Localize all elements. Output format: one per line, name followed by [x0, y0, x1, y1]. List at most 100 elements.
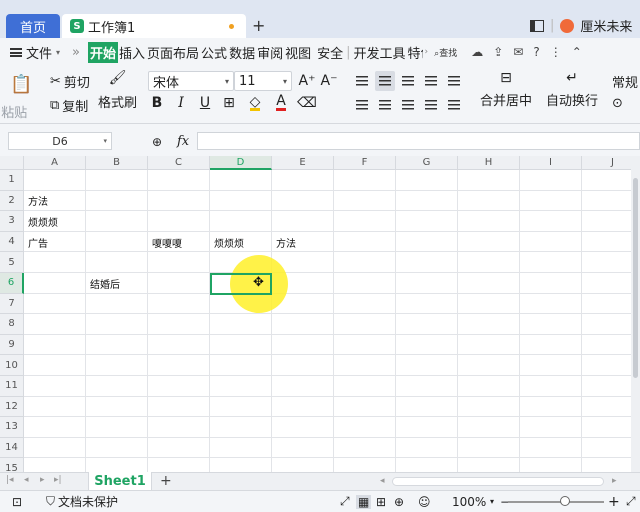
cloud-icon[interactable]: ☁ [471, 45, 483, 59]
select-all-corner[interactable] [0, 156, 24, 170]
chevron-down-icon[interactable]: ▾ [490, 497, 494, 506]
fx-button[interactable]: fx [177, 134, 189, 149]
menu-tab-page-layout[interactable]: 页面布局 [146, 43, 200, 62]
currency-button[interactable]: ⊙ [612, 96, 623, 111]
menu-tab-start[interactable]: 开始 [88, 41, 119, 63]
more-menu-button[interactable]: » [72, 45, 80, 60]
copy-button[interactable]: ⧉ 复制 [50, 96, 88, 115]
row-header-11[interactable]: 11 [0, 376, 24, 397]
page-break-view-icon[interactable]: ⊕ [394, 495, 404, 509]
vertical-scroll-thumb[interactable] [633, 178, 638, 378]
cell-d4[interactable]: 烦烦烦 [210, 232, 244, 253]
justify-button[interactable] [421, 95, 441, 115]
normal-view-icon[interactable]: ▦ [356, 494, 372, 509]
row-header-13[interactable]: 13 [0, 417, 24, 438]
scroll-right-icon[interactable]: › [425, 47, 429, 57]
column-header-h[interactable]: H [458, 156, 520, 170]
font-name-select[interactable]: 宋体 ▾ [148, 71, 234, 91]
column-header-i[interactable]: I [520, 156, 582, 170]
distribute-button[interactable] [444, 95, 464, 115]
align-middle-button[interactable] [375, 71, 395, 91]
sheet-tab-sheet1[interactable]: Sheet1 [88, 472, 152, 491]
row-header-10[interactable]: 10 [0, 355, 24, 376]
cell-a2[interactable]: 方法 [24, 191, 48, 212]
last-sheet-icon[interactable]: ▸| [54, 475, 62, 485]
zoom-icon[interactable]: ⊕ [152, 135, 162, 149]
share-icon[interactable]: ⇪ [493, 45, 503, 59]
formula-input[interactable] [197, 132, 640, 150]
cell-a3[interactable]: 烦烦烦 [24, 211, 58, 232]
number-format-select[interactable]: 常规 [612, 72, 640, 91]
merge-center-button[interactable]: ⊟ 合并居中 [480, 70, 532, 109]
row-header-8[interactable]: 8 [0, 314, 24, 335]
file-menu[interactable]: 文件 ▾ [0, 43, 66, 62]
tab-home[interactable]: 首页 [6, 14, 60, 38]
scroll-right-icon[interactable]: ▸ [612, 476, 617, 486]
cell-b6[interactable]: 结婚后 [86, 273, 120, 294]
menu-tab-features[interactable]: 特色 [407, 43, 423, 62]
bold-button[interactable]: B [146, 92, 168, 114]
horizontal-scrollbar[interactable] [392, 477, 604, 486]
fullscreen-icon[interactable]: ⤢ [626, 494, 636, 509]
first-sheet-icon[interactable]: |◂ [6, 475, 14, 485]
column-header-j[interactable]: J [582, 156, 631, 170]
decrease-font-button[interactable]: A⁻ [318, 70, 340, 92]
column-header-e[interactable]: E [272, 156, 334, 170]
row-header-4[interactable]: 4 [0, 231, 24, 253]
menu-tab-data[interactable]: 数据 [228, 43, 256, 62]
increase-indent-button[interactable] [444, 71, 464, 91]
column-header-f[interactable]: F [334, 156, 396, 170]
zoom-in-button[interactable]: + [608, 494, 620, 510]
decrease-indent-button[interactable] [421, 71, 441, 91]
new-tab-button[interactable]: + [252, 16, 265, 35]
italic-button[interactable]: I [170, 92, 192, 114]
cell-e4[interactable]: 方法 [272, 232, 296, 253]
align-center-button[interactable] [375, 95, 395, 115]
comment-icon[interactable]: ✉ [513, 45, 523, 59]
menu-tab-review[interactable]: 审阅 [256, 43, 284, 62]
row-header-5[interactable]: 5 [0, 252, 24, 273]
row-header-14[interactable]: 14 [0, 437, 24, 459]
eye-protect-icon[interactable]: ☺ [418, 495, 431, 509]
menu-tab-insert[interactable]: 插入 [118, 43, 146, 62]
format-painter-button[interactable]: 🖌 格式刷 [98, 70, 137, 111]
account-name[interactable]: 厘米未来 [580, 16, 632, 35]
collapse-ribbon-icon[interactable]: ⌃ [572, 45, 582, 59]
row-header-9[interactable]: 9 [0, 334, 24, 356]
underline-button[interactable]: U [194, 92, 216, 114]
avatar[interactable] [560, 18, 575, 33]
search-button[interactable]: ⌕查找 [434, 46, 457, 59]
wrap-text-button[interactable]: ↵ 自动换行 [546, 70, 598, 109]
menu-tab-developer[interactable]: 开发工具 [353, 43, 407, 62]
add-sheet-button[interactable]: + [160, 473, 172, 489]
row-header-15[interactable]: 15 [0, 458, 24, 472]
cell-c4[interactable]: 嗄嗄嗄 [148, 232, 182, 253]
increase-font-button[interactable]: A⁺ [296, 70, 318, 92]
doc-protect-button[interactable]: ⛉ 文档未保护 [46, 493, 118, 510]
clear-format-button[interactable]: ⌫ [296, 92, 318, 114]
row-header-12[interactable]: 12 [0, 396, 24, 418]
zoom-slider-track[interactable] [508, 501, 604, 503]
zoom-slider-knob[interactable] [560, 496, 570, 506]
more-options-icon[interactable]: ⋮ [550, 45, 562, 59]
align-left-button[interactable] [352, 95, 372, 115]
column-header-d[interactable]: D [210, 156, 272, 170]
paste-button[interactable]: 📋 粘贴 [1, 74, 32, 121]
fit-screen-icon[interactable]: ⤢ [340, 494, 350, 509]
menu-tab-view[interactable]: 视图 [284, 43, 312, 62]
page-layout-view-icon[interactable]: ⊞ [376, 495, 386, 509]
align-right-button[interactable] [398, 95, 418, 115]
row-header-6[interactable]: 6 [0, 273, 24, 294]
cut-button[interactable]: ✂ 剪切 [50, 72, 90, 91]
menu-tab-formula[interactable]: 公式 [200, 43, 228, 62]
spreadsheet-grid[interactable]: A B C D E F G H I J 1 2 3 4 5 6 7 8 9 10 11 12 13 14 15 方法 烦烦烦 广告 嗄嗄… [0, 156, 631, 472]
window-layout-icon[interactable] [530, 19, 544, 32]
font-size-select[interactable]: 11 ▾ [234, 71, 292, 91]
vertical-scrollbar[interactable] [631, 156, 640, 472]
macro-record-icon[interactable]: ⊡ [12, 495, 22, 509]
zoom-level[interactable]: 100% [452, 495, 486, 509]
font-color-button[interactable]: A [270, 92, 292, 114]
column-header-b[interactable]: B [86, 156, 148, 170]
column-header-c[interactable]: C [148, 156, 210, 170]
tab-workbook[interactable]: S 工作簿1 [62, 14, 246, 38]
